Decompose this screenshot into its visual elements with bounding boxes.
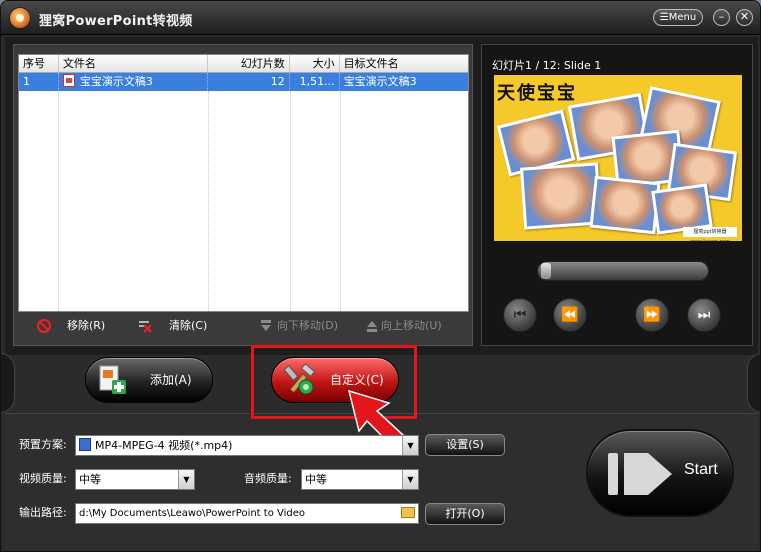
rewind-icon: ⏪ [561,307,579,323]
skip-back-icon: ⏮ [513,307,527,323]
row-slides: 12 [208,73,290,91]
row-target: 宝宝演示文稿3 [343,75,417,88]
move-up-label: 向上移动(U) [381,319,442,332]
preset-label: 预置方案: [19,438,67,451]
seek-handle[interactable] [541,263,551,279]
open-button[interactable]: 打开(O) [425,503,505,525]
remove-label: 移除(R) [67,319,106,332]
list-actions: 移除(R) 清除(C) 向下移动(D) 向上移动(U) [31,317,471,337]
window-title: 狸窝PowerPoint转视频 [39,14,193,29]
menu-label: Menu [668,12,697,23]
arrow-up-icon [367,321,377,332]
settings-button[interactable]: 设置(S) [425,434,505,456]
column-header-filename[interactable]: 文件名 [59,55,209,72]
move-down-label: 向下移动(D) [277,319,339,332]
menu-icon: ☰ [659,12,669,23]
menu-button[interactable]: ☰Menu [653,9,703,26]
seek-bar[interactable] [537,261,709,281]
chevron-down-icon: ▼ [402,436,418,455]
column-divider [290,91,291,311]
video-file-icon [79,438,91,451]
skip-back-button[interactable]: ⏮ [503,298,537,332]
file-list-header: 序号 文件名 幻灯片数 大小 目标文件名 [19,55,468,73]
file-list[interactable]: 序号 文件名 幻灯片数 大小 目标文件名 1 宝宝演示文稿3 12 1,51..… [18,54,469,312]
row-index: 1 [19,73,59,91]
chevron-down-icon: ▼ [402,470,418,489]
row-filename-cell: 宝宝演示文稿3 [59,73,209,91]
add-button[interactable]: 添加(A) [85,357,213,403]
column-header-index[interactable]: 序号 [19,55,59,72]
folder-icon[interactable] [401,507,415,518]
clear-list-icon [139,321,152,333]
fast-forward-button[interactable]: ⏩ [635,298,669,332]
video-quality-value: 中等 [79,473,101,486]
video-quality-select[interactable]: 中等 ▼ [75,469,195,490]
column-divider [58,91,59,311]
audio-quality-select[interactable]: 中等 ▼ [301,469,419,490]
row-filename: 宝宝演示文稿3 [79,75,153,88]
left-notch [1,353,15,413]
skip-forward-icon: ⏭ [697,307,711,323]
slide-footer-text: 狸窝ppt转换器 www.leawo.com [683,227,737,241]
fast-forward-icon: ⏩ [643,307,661,323]
video-quality-label: 视频质量: [19,472,67,485]
column-header-slides[interactable]: 幻灯片数 [208,55,290,72]
baby-photo [589,175,661,235]
title-bar: 狸窝PowerPoint转视频 ☰Menu – ✕ [1,1,760,35]
start-label: Start [684,461,718,478]
output-path-value: d:\My Documents\Leawo\PowerPoint to Vide… [79,508,306,519]
preset-value: MP4-MPEG-4 视频(*.mp4) [95,439,233,452]
play-arrow-icon [608,453,672,495]
column-divider [340,91,341,311]
preset-select[interactable]: MP4-MPEG-4 视频(*.mp4) ▼ [75,435,419,456]
audio-quality-value: 中等 [305,473,327,486]
player-controls: ⏮ ⏪ ⏩ ⏭ [485,245,753,337]
skip-forward-button[interactable]: ⏭ [687,298,721,332]
no-entry-icon [37,319,51,333]
column-header-size[interactable]: 大小 [290,55,340,72]
right-notch [747,353,760,413]
clear-label: 清除(C) [169,319,208,332]
close-button[interactable]: ✕ [736,9,753,26]
app-window: 狸窝PowerPoint转视频 ☰Menu – ✕ 序号 文件名 幻灯片数 大小… [0,0,761,552]
slide-title: 天使宝宝 [497,83,577,104]
ppt-file-icon [62,74,75,87]
chevron-down-icon: ▼ [178,470,194,489]
output-path-label: 输出路径: [19,506,67,519]
add-file-icon [99,365,126,394]
table-row[interactable]: 1 宝宝演示文稿3 12 1,51... 宝宝演示文稿3 [19,73,468,91]
row-size: 1,51... [290,73,340,91]
output-path-field[interactable]: d:\My Documents\Leawo\PowerPoint to Vide… [75,503,419,524]
arrow-down-icon [261,320,271,331]
column-header-target[interactable]: 目标文件名 [340,55,468,72]
slide-preview-image: 天使宝宝 狸窝ppt转换器 www.leawo.com [494,75,742,241]
app-logo-icon [9,7,31,29]
audio-quality-label: 音频质量: [244,472,292,485]
slide-caption: 幻灯片1 / 12: Slide 1 [492,59,602,72]
rewind-button[interactable]: ⏪ [553,298,587,332]
add-label: 添加(A) [150,373,192,387]
minimize-button[interactable]: – [713,9,730,26]
column-divider [208,91,209,311]
